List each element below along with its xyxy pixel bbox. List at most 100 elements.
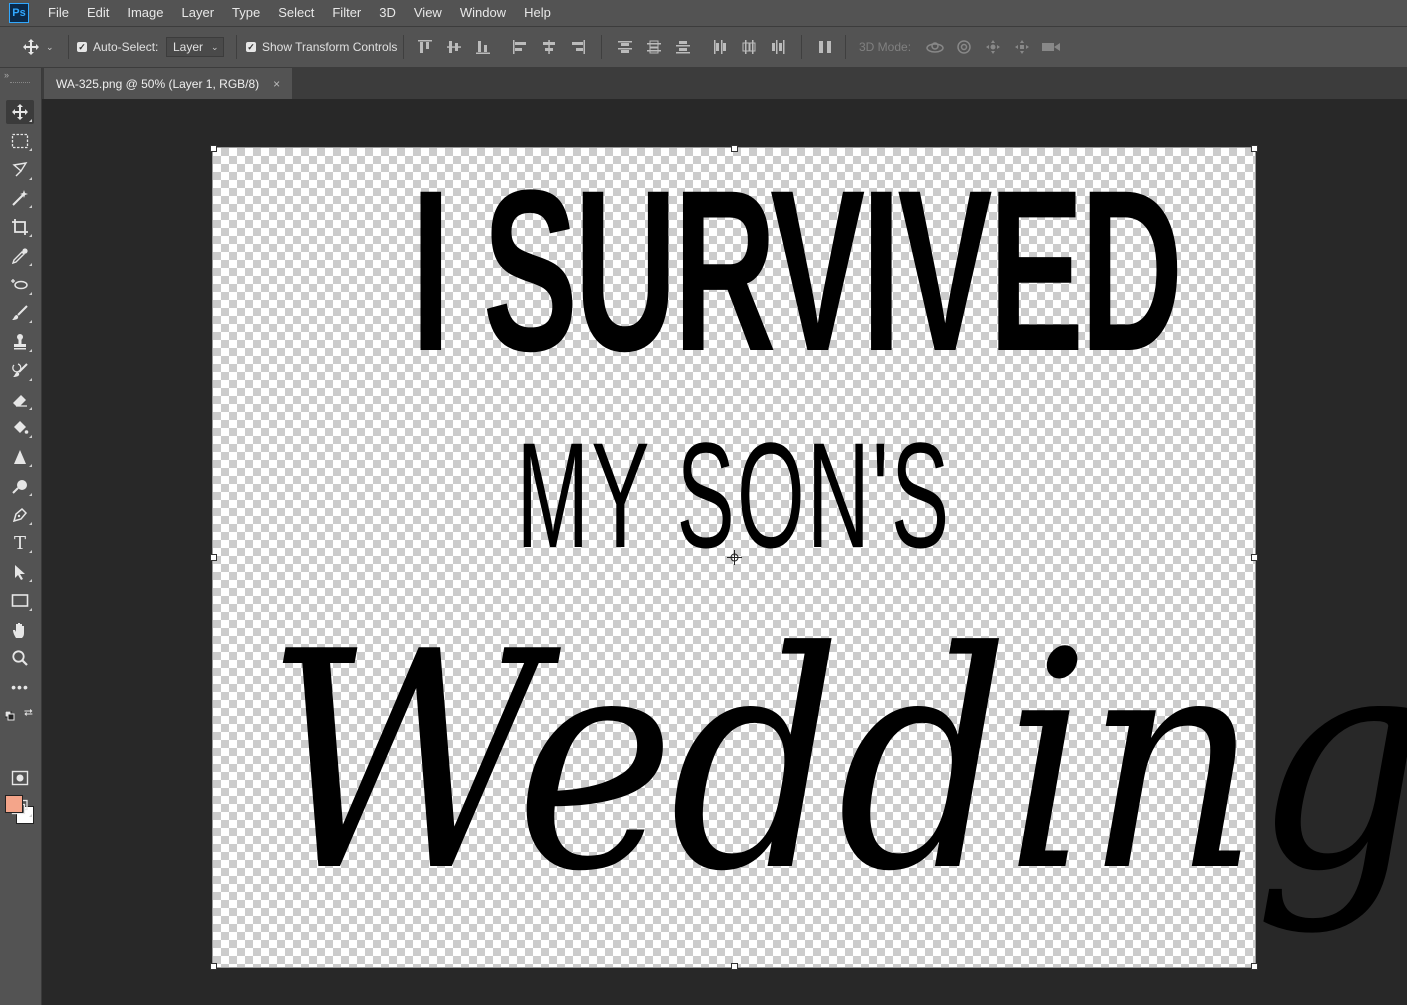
transform-handle-right[interactable] [1251,554,1258,561]
reference-point-icon[interactable] [727,550,742,565]
collapse-panel-icon[interactable]: » [4,70,9,80]
align-right-icon[interactable] [570,39,586,55]
photoshop-logo: Ps [9,3,29,23]
distribute-top-icon[interactable] [617,39,633,55]
brush-icon [12,305,28,320]
healing-brush-tool[interactable] [6,273,34,297]
type-tool[interactable]: T [6,531,34,555]
move-tool-preset[interactable]: ⌄ [22,27,54,67]
menu-filter[interactable]: Filter [323,0,370,26]
align-top-icon[interactable] [417,39,433,55]
stamp-tool[interactable] [6,330,34,354]
3d-camera-icon[interactable] [1041,39,1061,55]
quick-mask-icon [11,770,29,786]
hand-tool[interactable] [6,618,34,642]
crop-tool[interactable] [6,215,34,239]
default-colors-icon[interactable] [4,708,15,726]
ellipsis-icon: ••• [11,679,29,695]
align-bottom-icon[interactable] [475,39,491,55]
path-selection-tool[interactable] [6,560,34,584]
3d-orbit-icon[interactable] [925,39,945,55]
rectangle-tool[interactable] [6,589,34,613]
menu-image[interactable]: Image [118,0,172,26]
eraser-tool[interactable] [6,388,34,412]
3d-roll-icon[interactable] [956,39,972,55]
type-icon: T [13,532,26,554]
transform-handle-bottom-right[interactable] [1251,963,1258,970]
zoom-tool[interactable] [6,646,34,670]
move-tool[interactable] [6,100,34,124]
pen-tool[interactable] [6,503,34,527]
auto-select-target-value: Layer [173,40,204,54]
transform-handle-top[interactable] [731,145,738,152]
transform-handle-top-right[interactable] [1251,145,1258,152]
auto-align-layers-icon[interactable] [817,39,833,55]
transform-handle-bottom-left[interactable] [210,963,217,970]
document-tab[interactable]: WA-325.png @ 50% (Layer 1, RGB/8) × [44,68,293,99]
more-tools[interactable]: ••• [6,675,34,699]
transform-handle-bottom[interactable] [731,963,738,970]
artwork-line-3: Wedding [265,588,1407,937]
move-icon [23,39,39,55]
align-left-icon[interactable] [512,39,528,55]
menu-edit[interactable]: Edit [78,0,118,26]
options-bar: ⌄ ✓ Auto-Select: Layer ⌄ ✓ Show Transfor… [0,26,1407,68]
align-vertical-center-icon[interactable] [446,39,462,55]
panel-grip[interactable] [10,82,30,85]
menu-3d[interactable]: 3D [370,0,405,26]
chevron-down-icon: ⌄ [211,41,219,52]
distribute-bottom-icon[interactable] [675,39,691,55]
menu-type[interactable]: Type [223,0,269,26]
align-horizontal-center-icon[interactable] [541,39,557,55]
close-icon[interactable]: × [273,77,280,91]
menu-view[interactable]: View [405,0,451,26]
3d-slide-icon[interactable] [1014,39,1030,55]
menu-help[interactable]: Help [515,0,560,26]
paint-bucket-tool[interactable] [6,416,34,440]
history-brush-tool[interactable] [6,359,34,383]
distribute-horizontal-center-icon[interactable] [741,39,757,55]
menu-file[interactable]: File [39,0,78,26]
separator [236,35,237,59]
history-brush-icon [12,363,28,377]
clone-stamp-icon [14,334,26,350]
separator [601,35,602,59]
separator [801,35,802,59]
chevron-down-icon: ⌄ [46,41,54,52]
eraser-icon [13,395,27,407]
eyedropper-tool[interactable] [6,244,34,268]
auto-select-checkbox[interactable]: ✓ [77,42,87,52]
path-selection-icon [15,565,25,580]
menu-layer[interactable]: Layer [173,0,224,26]
magic-wand-tool[interactable] [6,186,34,210]
sharpen-tool[interactable] [6,445,34,469]
distribute-left-icon[interactable] [712,39,728,55]
marquee-tool[interactable] [6,129,34,153]
foreground-color-swatch[interactable] [5,795,23,813]
magic-wand-icon [12,190,28,206]
brush-tool[interactable] [6,301,34,325]
distribute-right-icon[interactable] [770,39,786,55]
transform-handle-top-left[interactable] [210,145,217,152]
auto-select-target-dropdown[interactable]: Layer ⌄ [166,37,224,57]
3d-pan-icon[interactable] [985,39,1001,55]
separator [845,35,846,59]
dodge-tool[interactable] [6,474,34,498]
rectangle-icon [11,594,29,607]
menu-select[interactable]: Select [269,0,323,26]
artwork-line-1: I SURVIVED [410,142,1183,399]
document-tab-title: WA-325.png @ 50% (Layer 1, RGB/8) [56,76,260,91]
lasso-tool[interactable] [6,158,34,182]
quick-mask-button[interactable] [6,766,34,790]
transform-handle-left[interactable] [210,554,217,561]
crop-icon [12,219,28,235]
show-transform-checkbox[interactable]: ✓ [246,42,256,52]
distribute-vertical-center-icon[interactable] [646,39,662,55]
separator [68,35,69,59]
3d-mode-label: 3D Mode: [859,40,912,54]
swap-colors-icon[interactable]: ⮂ [24,707,33,720]
zoom-icon [12,650,28,666]
menu-window[interactable]: Window [451,0,515,26]
healing-brush-icon [11,279,28,290]
pen-icon [12,507,28,523]
